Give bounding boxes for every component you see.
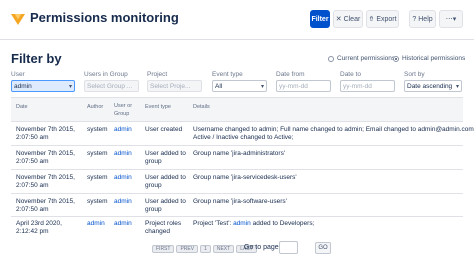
row-date: November 7th 2015, 2:07:50 am [16, 174, 75, 189]
row-date: November 7th 2015, 2:07:50 am [16, 150, 75, 165]
row-author: system [87, 150, 108, 157]
filter-title: Filter by [11, 51, 62, 66]
first-page-button[interactable]: FIRST [152, 245, 175, 253]
row-user-link[interactable]: admin [114, 198, 132, 206]
user-label: User [11, 71, 25, 78]
app-logo-icon [11, 14, 25, 25]
help-button-label: Help [418, 15, 433, 23]
row-event-type: User created [145, 126, 183, 133]
row-author: system [87, 198, 108, 205]
event-type-label: Event type [212, 71, 243, 78]
table-row: November 7th 2015, 2:07:50 am system adm… [11, 145, 463, 169]
row-user-link[interactable]: admin [114, 174, 132, 182]
export-button[interactable]: ⇮ Export [366, 10, 399, 28]
row-details-line-1: Group name 'jira-software-users' [193, 198, 287, 205]
column-header-details[interactable]: Details [193, 103, 210, 111]
date-to-placeholder: yy-mm-dd [343, 82, 372, 90]
table-row: November 7th 2015, 2:07:50 am system adm… [11, 193, 463, 216]
column-header-user-or-group[interactable]: User or Group [114, 102, 136, 118]
current-permissions-radio[interactable]: Current permissions [328, 55, 395, 62]
help-icon: ? [412, 15, 417, 23]
go-button[interactable]: GO [315, 242, 331, 254]
row-details-line-2: Active / Inactive changed to Active; [193, 134, 294, 141]
export-icon: ⇮ [368, 16, 375, 23]
date-from-placeholder: yy-mm-dd [279, 82, 308, 90]
clear-icon: ✕ [335, 16, 342, 23]
row-event-type: User added to group [145, 198, 186, 213]
row-details-suffix: added to Developers; [252, 220, 315, 227]
grid-icon: ⋯▾ [445, 16, 457, 23]
row-details-line-1: Group name 'jira-administrators' [193, 150, 286, 157]
row-date: April 23rd 2020, 2:12:42 pm [16, 220, 62, 235]
user-select-value: admin [14, 82, 32, 90]
row-author-link[interactable]: admin [87, 220, 105, 228]
goto-page-label: Go to page: [244, 244, 281, 251]
help-button[interactable]: ? Help [409, 10, 436, 28]
row-user-link[interactable]: admin [114, 126, 132, 134]
date-from-label: Date from [276, 71, 305, 78]
sort-by-value: Date ascending [407, 82, 453, 90]
date-from-input[interactable]: yy-mm-dd [276, 80, 331, 92]
radio-checked-icon [393, 55, 399, 62]
row-details: Project 'Test': admin added to Developer… [193, 220, 314, 228]
row-event-type: Project roles changed [145, 220, 182, 235]
row-event-type: User added to group [145, 150, 186, 165]
export-button-label: Export [376, 15, 397, 23]
users-in-group-label: Users in Group [84, 71, 128, 78]
app-header: Permissions monitoring Filter ✕ Clear ⇮ … [0, 0, 474, 40]
sort-by-label: Sort by [404, 71, 425, 78]
column-header-author[interactable]: Author [87, 103, 103, 111]
row-details-line-1: Username changed to admin; Full name cha… [193, 126, 474, 133]
prev-page-button[interactable]: PREV [176, 245, 199, 253]
historical-permissions-radio[interactable]: Historical permissions [393, 55, 465, 62]
historical-permissions-label: Historical permissions [402, 55, 466, 62]
app-title: Permissions monitoring [30, 10, 179, 25]
row-date: November 7th 2015, 2:07:50 am [16, 198, 75, 213]
app-menu-button[interactable]: ⋯▾ [439, 10, 463, 28]
event-type-value: All [215, 82, 223, 90]
row-event-type: User added to group [145, 174, 186, 189]
project-select[interactable]: Select Proje... [147, 80, 202, 92]
sort-by-select[interactable]: Date ascending ▾ [404, 80, 462, 92]
project-label: Project [147, 71, 168, 78]
goto-page-input[interactable] [279, 241, 298, 254]
page-1-button[interactable]: 1 [200, 245, 211, 253]
row-author: system [87, 174, 108, 181]
table-row: April 23rd 2020, 2:12:42 pm admin admin … [11, 216, 463, 240]
chevron-down-icon: ▾ [68, 83, 72, 90]
chevron-down-icon: ▾ [455, 83, 459, 90]
date-to-input[interactable]: yy-mm-dd [340, 80, 395, 92]
clear-button[interactable]: ✕ Clear [333, 10, 363, 28]
current-permissions-label: Current permissions [337, 55, 396, 62]
event-type-select[interactable]: All ▾ [212, 80, 267, 92]
table-row: November 7th 2015, 2:07:50 am system adm… [11, 121, 474, 145]
next-page-button[interactable]: NEXT [212, 245, 235, 253]
user-select[interactable]: admin ▾ [11, 80, 75, 92]
users-in-group-select[interactable]: Select Group ... [84, 80, 139, 92]
row-user-link[interactable]: admin [114, 150, 132, 158]
row-author: system [87, 126, 108, 133]
row-details-prefix: Project 'Test': [193, 220, 232, 227]
filter-button-label: Filter [311, 15, 329, 23]
project-placeholder: Select Proje... [150, 82, 191, 90]
pagination: FIRST PREV 1 NEXT LAST [152, 245, 257, 253]
radio-unchecked-icon [328, 55, 334, 62]
column-header-event-type[interactable]: Event type [145, 103, 171, 111]
row-date: November 7th 2015, 2:07:50 am [16, 126, 75, 141]
users-in-group-placeholder: Select Group ... [87, 82, 133, 90]
row-details-line-1: Group name 'jira-servicedesk-users' [193, 174, 297, 181]
column-header-date[interactable]: Date [16, 103, 28, 111]
row-details-user-link[interactable]: admin [233, 220, 251, 227]
clear-button-label: Clear [343, 15, 361, 23]
row-user-link[interactable]: admin [114, 220, 132, 228]
table-row: November 7th 2015, 2:07:50 am system adm… [11, 169, 463, 193]
table-header: Date Author User or Group Event type Det… [11, 97, 463, 121]
filter-button[interactable]: Filter [310, 10, 330, 28]
date-to-label: Date to [340, 71, 361, 78]
chevron-down-icon: ▾ [260, 83, 264, 90]
